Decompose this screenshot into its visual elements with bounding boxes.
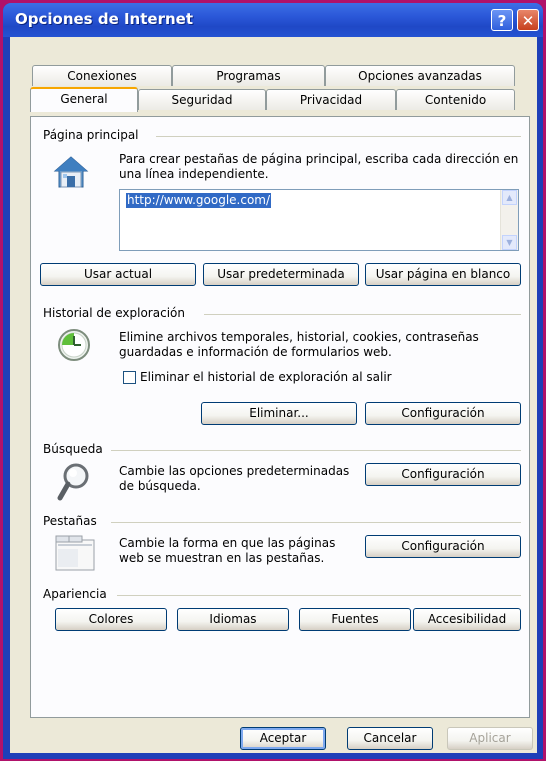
tab-programas[interactable]: Programas <box>172 65 325 86</box>
tab-contenido[interactable]: Contenido <box>396 89 515 110</box>
home-url-value[interactable]: http://www.google.com/ <box>126 193 272 208</box>
general-panel: Página principal Para crear pestañas de … <box>30 116 530 718</box>
divider <box>111 522 521 523</box>
apply-button[interactable]: Aplicar <box>447 727 533 750</box>
house-icon <box>53 156 89 188</box>
window-title: Opciones de Internet <box>15 10 193 28</box>
use-current-button[interactable]: Usar actual <box>40 263 196 286</box>
search-heading: Búsqueda <box>43 442 103 456</box>
tabs-heading: Pestañas <box>43 514 97 528</box>
history-clock-icon <box>58 329 90 361</box>
home-description: Para crear pestañas de página principal,… <box>119 152 519 181</box>
appearance-heading: Apariencia <box>43 587 107 601</box>
divider <box>204 314 521 315</box>
dialog-client: Conexiones Programas Opciones avanzadas … <box>10 37 537 753</box>
search-description: Cambie las opciones predeterminadas de b… <box>119 464 350 493</box>
tab-privacidad[interactable]: Privacidad <box>266 89 396 110</box>
tab-conexiones[interactable]: Conexiones <box>32 65 172 86</box>
home-url-textarea[interactable]: http://www.google.com/ ▲ ▼ <box>119 189 519 251</box>
scroll-up-icon[interactable]: ▲ <box>502 190 517 205</box>
scroll-down-icon[interactable]: ▼ <box>502 235 517 250</box>
fonts-button[interactable]: Fuentes <box>299 608 411 631</box>
divider <box>156 136 521 137</box>
cancel-button[interactable]: Cancelar <box>347 727 433 750</box>
tab-opciones-avanzadas[interactable]: Opciones avanzadas <box>325 65 515 86</box>
tabs-settings-button[interactable]: Configuración <box>365 535 521 558</box>
search-settings-button[interactable]: Configuración <box>365 463 521 486</box>
colors-button[interactable]: Colores <box>55 608 167 631</box>
history-heading: Historial de exploración <box>43 306 185 320</box>
languages-button[interactable]: Idiomas <box>177 608 289 631</box>
tab-general[interactable]: General <box>30 87 138 112</box>
home-heading: Página principal <box>43 128 139 142</box>
ok-button[interactable]: Aceptar <box>240 727 326 750</box>
delete-on-exit-label[interactable]: Eliminar el historial de exploración al … <box>140 370 392 384</box>
help-button[interactable]: ? <box>491 9 513 31</box>
history-settings-button[interactable]: Configuración <box>365 402 521 425</box>
title-bar[interactable]: Opciones de Internet ? ✕ <box>3 3 543 37</box>
divider <box>117 595 521 596</box>
close-button[interactable]: ✕ <box>517 9 539 31</box>
tabs-description: Cambie la forma en que las páginas web s… <box>119 536 336 565</box>
use-default-button[interactable]: Usar predeterminada <box>203 263 359 286</box>
tabs-window-icon <box>55 535 95 571</box>
use-blank-button[interactable]: Usar página en blanco <box>365 263 521 286</box>
magnifier-icon <box>57 463 89 501</box>
delete-history-button[interactable]: Eliminar... <box>201 402 357 425</box>
textarea-scrollbar[interactable]: ▲ ▼ <box>500 190 518 250</box>
divider <box>111 450 521 451</box>
accessibility-button[interactable]: Accesibilidad <box>413 608 521 631</box>
tab-seguridad[interactable]: Seguridad <box>138 89 266 110</box>
dialog-window: Opciones de Internet ? ✕ Conexiones Prog… <box>3 3 543 759</box>
history-description: Elimine archivos temporales, historial, … <box>119 330 479 359</box>
delete-on-exit-checkbox[interactable] <box>123 371 136 384</box>
